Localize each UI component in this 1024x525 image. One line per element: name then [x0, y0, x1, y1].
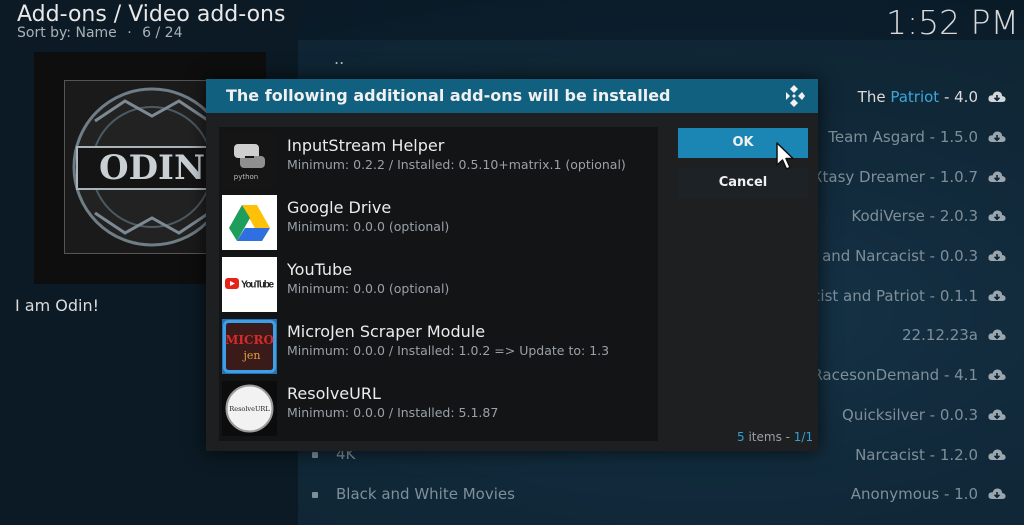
microjen-icon: MICRO jen [222, 319, 277, 374]
sort-info[interactable]: Sort by: Name · 6 / 24 [17, 25, 182, 41]
clock: 1:52 PM [886, 3, 1019, 42]
list-item[interactable]: Black and White Movies [312, 485, 515, 503]
cloud-download-icon [988, 369, 1006, 380]
google-drive-icon [222, 195, 277, 250]
dialog-title: The following additional add-ons will be… [226, 86, 671, 105]
list-item[interactable]: 22.12.23a [902, 326, 978, 344]
addon-name: Google Drive [287, 198, 392, 217]
addon-version-info: Minimum: 0.0.0 (optional) [287, 219, 450, 234]
page-title: Add-ons / Video add-ons [17, 2, 286, 27]
item-count: 5 items - 1/1 [737, 430, 814, 444]
cloud-download-icon [988, 290, 1006, 301]
addon-dependency-list: python InputStream Helper Minimum: 0.2.2… [219, 127, 658, 441]
cloud-download-icon [988, 131, 1006, 142]
cloud-download-icon [988, 409, 1006, 420]
list-item[interactable]: python InputStream Helper Minimum: 0.2.2… [222, 130, 658, 190]
dialog-header: The following additional add-ons will be… [206, 79, 818, 113]
list-item[interactable]: Google Drive Minimum: 0.0.0 (optional) [222, 192, 658, 252]
addon-name: InputStream Helper [287, 136, 445, 155]
list-item[interactable]: ResolveURL ResolveURL Minimum: 0.0.0 / I… [222, 378, 658, 438]
position-indicator: 6 / 24 [142, 25, 183, 41]
addon-version-info: Minimum: 0.0.0 / Installed: 1.0.2 => Upd… [287, 343, 610, 358]
list-item[interactable]: Team Asgard - 1.5.0 [828, 128, 978, 146]
sort-label: Sort by: Name [17, 25, 117, 41]
list-item[interactable]: MICRO jen MicroJen Scraper Module Minimu… [222, 316, 658, 376]
cloud-download-icon [988, 488, 1006, 499]
addon-name: MicroJen Scraper Module [287, 322, 486, 341]
python-icon: python [222, 133, 277, 188]
cloud-download-icon [988, 329, 1006, 340]
svg-text:python: python [234, 173, 259, 181]
cloud-download-icon [988, 449, 1006, 460]
cloud-download-icon [988, 250, 1006, 261]
list-item[interactable]: Narcacist - 1.2.0 [855, 446, 978, 464]
addon-version-info: Minimum: 0.2.2 / Installed: 0.5.10+matri… [287, 157, 626, 172]
list-item[interactable]: YouTube YouTube Minimum: 0.0.0 (optional… [222, 254, 658, 314]
svg-text:jen: jen [241, 349, 260, 362]
youtube-icon: YouTube [222, 257, 277, 312]
bullet-icon [312, 491, 318, 498]
cloud-download-icon [988, 210, 1006, 221]
addon-name: I am Odin! [15, 296, 100, 315]
svg-text:ResolveURL: ResolveURL [229, 405, 270, 413]
mouse-cursor-icon [776, 142, 794, 170]
cloud-download-icon [988, 171, 1006, 182]
addon-version-info: Minimum: 0.0.0 (optional) [287, 281, 450, 296]
cancel-button[interactable]: Cancel [678, 168, 808, 198]
svg-text:ODIN: ODIN [99, 148, 205, 188]
list-item[interactable]: Quicksilver - 0.0.3 [842, 406, 978, 424]
list-item[interactable]: RacesonDemand - 4.1 [812, 366, 978, 384]
addon-version-info: Minimum: 0.0.0 / Installed: 5.1.87 [287, 405, 499, 420]
install-dependencies-dialog: The following additional add-ons will be… [206, 79, 818, 451]
list-item[interactable]: KodiVerse - 2.0.3 [851, 207, 978, 225]
list-item[interactable]: Xtasy Dreamer - 1.0.7 [812, 168, 978, 186]
cloud-download-icon [988, 91, 1006, 102]
svg-text:MICRO: MICRO [225, 333, 274, 347]
addon-name: ResolveURL [287, 384, 381, 403]
resolveurl-icon: ResolveURL [222, 381, 277, 436]
kodi-logo-icon [786, 85, 805, 107]
separator-dot: · [127, 25, 132, 41]
list-item[interactable]: Anonymous - 1.0 [851, 485, 978, 503]
svg-text:YouTube: YouTube [241, 280, 274, 291]
addon-name: YouTube [287, 260, 353, 279]
list-item[interactable]: The Patriot - 4.0 [858, 88, 978, 106]
parent-folder-item[interactable]: .. [334, 49, 344, 68]
bullet-icon [312, 451, 318, 458]
